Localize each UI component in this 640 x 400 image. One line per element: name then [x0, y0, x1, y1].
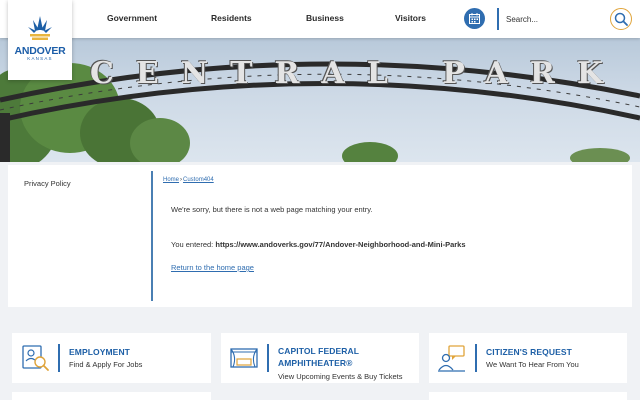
logo-state-name: KANSAS — [27, 56, 53, 61]
content-divider — [151, 171, 153, 301]
quick-link-amphitheater[interactable]: CAPITOL FEDERAL AMPHITHEATER® View Upcom… — [221, 333, 419, 383]
search-input[interactable] — [506, 10, 604, 28]
entered-label: You entered: — [171, 240, 214, 249]
privacy-policy-link[interactable]: Privacy Policy — [24, 179, 71, 188]
calendar-icon — [469, 13, 480, 24]
error-message: We're sorry, but there is not a web page… — [171, 205, 373, 214]
quick-link-divider — [267, 344, 269, 372]
quick-link-subtitle: We Want To Hear From You — [486, 360, 579, 369]
breadcrumb-current-link[interactable]: Custom404 — [183, 177, 214, 183]
error-content-card: Privacy Policy Home›Custom404 We're sorr… — [8, 165, 632, 307]
quick-link-employment[interactable]: EMPLOYMENT Find & Apply For Jobs — [12, 333, 211, 383]
return-home-link[interactable]: Return to the home page — [171, 263, 254, 272]
quick-link-divider — [58, 344, 60, 372]
breadcrumb-home-link[interactable]: Home — [163, 177, 179, 183]
next-row-card — [429, 392, 627, 400]
quick-link-citizens-request[interactable]: CITIZEN'S REQUEST We Want To Hear From Y… — [429, 333, 627, 383]
sunburst-logo-icon — [28, 16, 52, 40]
breadcrumb: Home›Custom404 — [163, 177, 214, 183]
nav-visitors[interactable]: Visitors — [395, 13, 426, 23]
quick-link-title-line2: AMPHITHEATER® — [278, 358, 353, 368]
city-logo[interactable]: ANDOVER KANSAS — [8, 0, 72, 80]
next-row-card — [12, 392, 211, 400]
arch-lettering: CENTRAL PARK — [90, 56, 625, 91]
job-search-icon — [22, 345, 49, 371]
nav-government[interactable]: Government — [107, 13, 157, 23]
calendar-button[interactable] — [464, 8, 485, 29]
hero-banner: CENTRAL PARK — [0, 38, 640, 162]
stage-icon — [230, 348, 258, 368]
quick-link-divider — [475, 344, 477, 372]
breadcrumb-separator: › — [180, 177, 183, 183]
chat-person-icon — [438, 345, 465, 372]
entered-url: https://www.andoverks.gov/77/Andover-Nei… — [215, 240, 466, 249]
quick-link-title: EMPLOYMENT — [69, 347, 130, 357]
quick-link-title: CITIZEN'S REQUEST — [486, 347, 572, 357]
magnifier-icon — [614, 12, 628, 26]
header-divider — [497, 8, 499, 30]
nav-residents[interactable]: Residents — [211, 13, 252, 23]
entered-url-line: You entered: https://www.andoverks.gov/7… — [171, 240, 466, 249]
quick-link-subtitle: Find & Apply For Jobs — [69, 360, 143, 369]
site-header: Government Residents Business Visitors — [0, 0, 640, 38]
nav-business[interactable]: Business — [306, 13, 344, 23]
quick-link-title-line1: CAPITOL FEDERAL — [278, 346, 359, 356]
search-button[interactable] — [610, 8, 632, 30]
quick-link-subtitle: View Upcoming Events & Buy Tickets — [278, 372, 403, 381]
